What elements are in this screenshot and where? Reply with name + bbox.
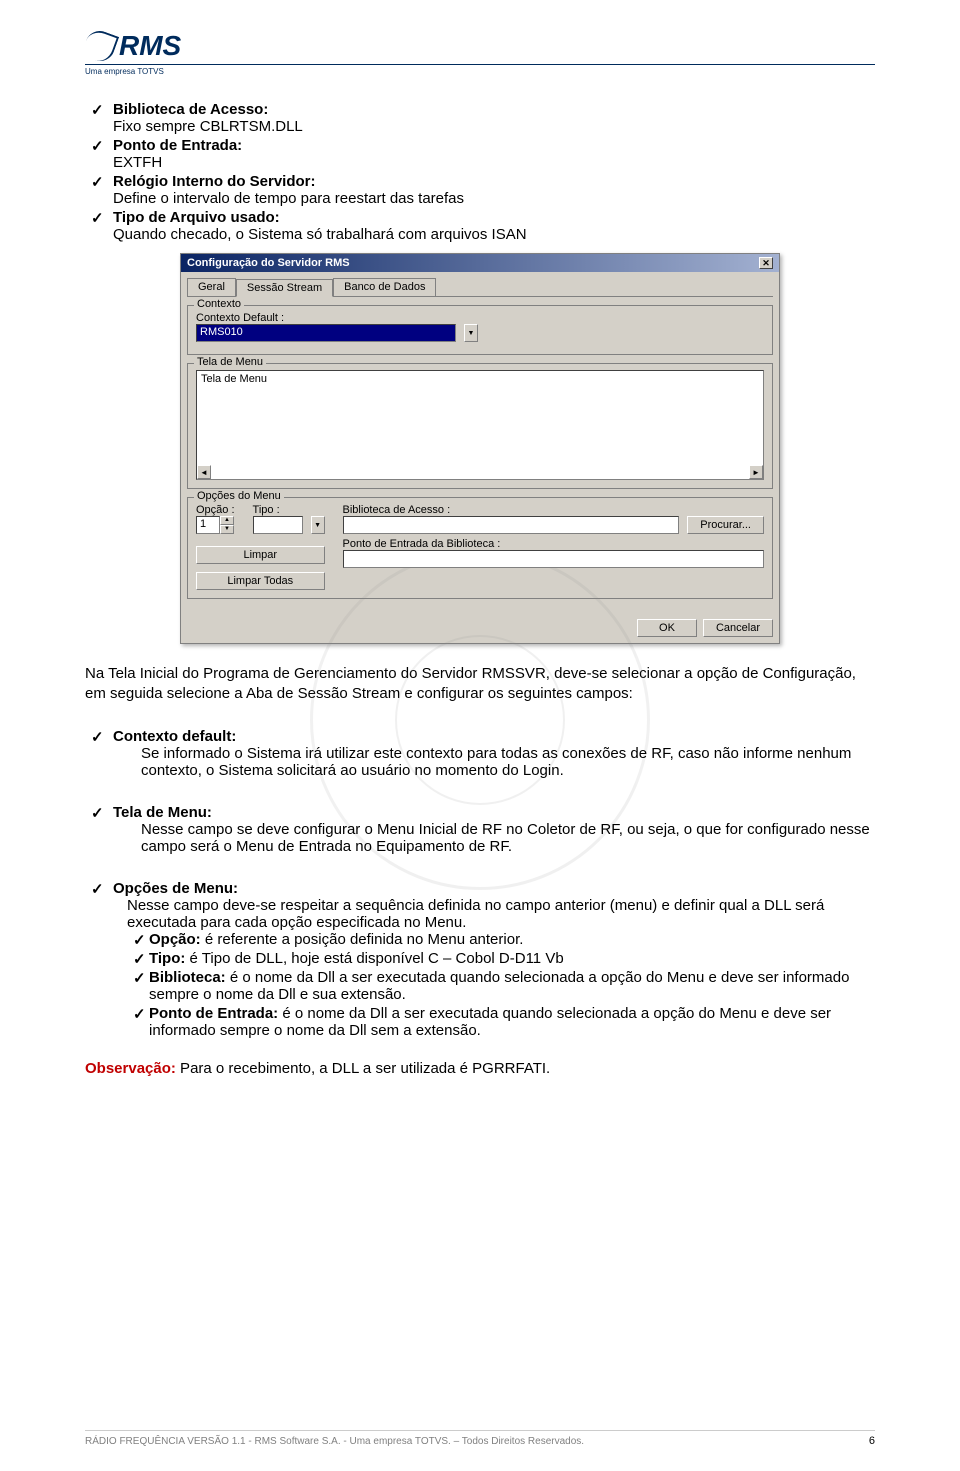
sections-list: Contexto default: Se informado o Sistema… [85,728,875,779]
chevron-down-icon[interactable]: ▼ [464,324,478,342]
list-item: Tela de Menu: Nesse campo se deve config… [85,804,875,855]
limpar-todas-button[interactable]: Limpar Todas [196,572,325,590]
tela-menu-textarea[interactable]: Tela de Menu ◄ ► [196,370,764,480]
opcoes-menu-fieldset: Opções do Menu Opção : 1 ▲ ▼ Tip [187,497,773,599]
chevron-down-icon[interactable]: ▼ [311,516,325,534]
item-body: Quando checado, o Sistema só trabalhará … [113,226,875,243]
scroll-left-icon[interactable]: ◄ [197,465,211,479]
footer-text: RÁDIO FREQUÊNCIA VERSÃO 1.1 - RMS Softwa… [85,1436,584,1447]
dialog-titlebar[interactable]: Configuração do Servidor RMS ✕ [181,254,779,272]
item-body: Fixo sempre CBLRTSM.DLL [113,118,875,135]
tab-sessao-stream[interactable]: Sessão Stream [236,279,333,297]
close-icon[interactable]: ✕ [759,257,773,269]
section-title: Opções de Menu: [113,880,238,897]
scroll-right-icon[interactable]: ► [749,465,763,479]
limpar-button[interactable]: Limpar [196,546,325,564]
ok-button[interactable]: OK [637,619,697,637]
list-item: Tipo de Arquivo usado: Quando checado, o… [85,209,875,243]
item-text: é Tipo de DLL, hoje está disponível C – … [185,950,563,967]
list-item: Ponto de Entrada: é o nome da Dll a ser … [127,1005,875,1039]
item-text: é referente a posição definida no Menu a… [201,931,524,948]
contexto-fieldset: Contexto Contexto Default : RMS010 ▼ [187,305,773,355]
list-item: Biblioteca: é o nome da Dll a ser execut… [127,969,875,1003]
config-dialog: Configuração do Servidor RMS ✕ Geral Ses… [180,253,780,644]
list-item: Opções de Menu: Nesse campo deve-se resp… [85,880,875,1039]
item-title: Biblioteca de Acesso: [113,101,268,118]
item-label: Ponto de Entrada: [149,1005,278,1022]
logo-text: RMS [119,30,181,62]
page-footer: RÁDIO FREQUÊNCIA VERSÃO 1.1 - RMS Softwa… [85,1430,875,1451]
cancel-button[interactable]: Cancelar [703,619,773,637]
item-title: Relógio Interno do Servidor: [113,173,316,190]
opcao-label: Opção : [196,504,235,516]
contexto-default-input[interactable]: RMS010 [196,324,456,342]
opcao-input[interactable]: 1 [196,516,220,534]
item-label: Tipo: [149,950,185,967]
list-item: Ponto de Entrada: EXTFH [85,137,875,171]
item-body: EXTFH [113,154,875,171]
tela-menu-fieldset: Tela de Menu Tela de Menu ◄ ► [187,363,773,489]
ponto-entrada-label: Ponto de Entrada da Biblioteca : [343,538,764,550]
biblioteca-input[interactable] [343,516,680,534]
tipo-input[interactable] [253,516,303,534]
item-text: é o nome da Dll a ser executada quando s… [149,969,849,1003]
item-title: Tipo de Arquivo usado: [113,209,280,226]
section-title: Contexto default: [113,728,236,745]
contexto-label: Contexto Default : [196,312,764,324]
section-body: Nesse campo deve-se respeitar a sequênci… [113,897,875,931]
item-label: Biblioteca: [149,969,226,986]
list-item: Contexto default: Se informado o Sistema… [85,728,875,779]
list-item: Biblioteca de Acesso: Fixo sempre CBLRTS… [85,101,875,135]
tela-menu-content: Tela de Menu [201,373,267,385]
list-item: Opção: é referente a posição definida no… [127,931,875,948]
tabs: Geral Sessão Stream Banco de Dados [187,278,773,297]
tipo-label: Tipo : [253,504,325,516]
spinner-down-icon[interactable]: ▼ [220,525,234,534]
intro-paragraph: Na Tela Inicial do Programa de Gerenciam… [85,664,875,703]
opcoes-legend: Opções do Menu [194,490,284,502]
item-title: Ponto de Entrada: [113,137,242,154]
item-label: Opção: [149,931,201,948]
observacao: Observação: Para o recebimento, a DLL a … [85,1059,875,1079]
tela-menu-legend: Tela de Menu [194,356,266,368]
page-number: 6 [869,1435,875,1447]
obs-label: Observação: [85,1060,176,1077]
dialog-title-text: Configuração do Servidor RMS [187,257,350,269]
spinner-up-icon[interactable]: ▲ [220,516,234,525]
item-body: Define o intervalo de tempo para reestar… [113,190,875,207]
sections-list: Tela de Menu: Nesse campo se deve config… [85,804,875,855]
tab-geral[interactable]: Geral [187,278,236,296]
biblioteca-label: Biblioteca de Acesso : [343,504,764,516]
list-item: Tipo: é Tipo de DLL, hoje está disponíve… [127,950,875,967]
logo: RMS Uma empresa TOTVS [85,30,875,76]
section-title: Tela de Menu: [113,804,212,821]
top-checklist: Biblioteca de Acesso: Fixo sempre CBLRTS… [85,101,875,243]
obs-text: Para o recebimento, a DLL a ser utilizad… [176,1060,550,1077]
logo-subtitle: Uma empresa TOTVS [85,64,875,76]
sections-list: Opções de Menu: Nesse campo deve-se resp… [85,880,875,1039]
nested-list: Opção: é referente a posição definida no… [113,931,875,1039]
tab-banco-dados[interactable]: Banco de Dados [333,278,436,296]
procurar-button[interactable]: Procurar... [687,516,764,534]
ponto-entrada-input[interactable] [343,550,764,568]
contexto-legend: Contexto [194,298,244,310]
logo-swoosh-icon [81,27,119,65]
section-body: Nesse campo se deve configurar o Menu In… [113,821,875,855]
section-body: Se informado o Sistema irá utilizar este… [113,745,875,779]
list-item: Relógio Interno do Servidor: Define o in… [85,173,875,207]
